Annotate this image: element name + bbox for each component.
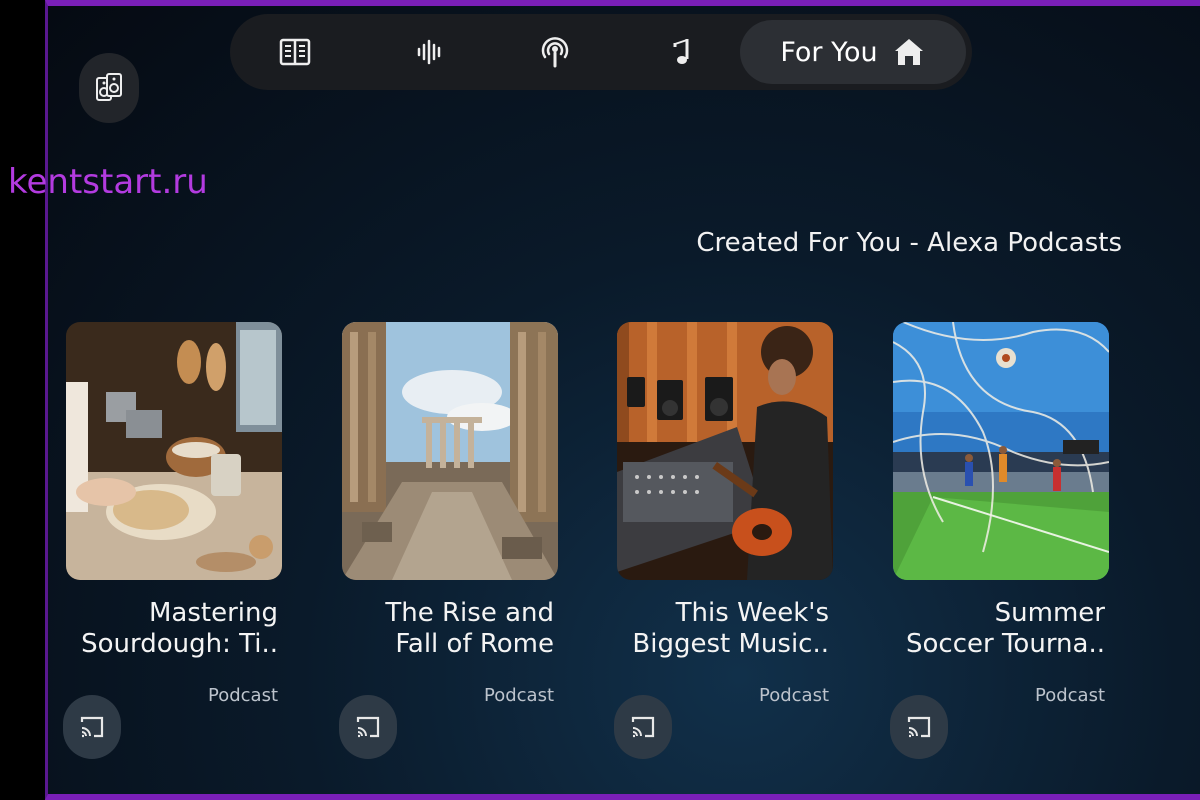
cast-button[interactable]	[339, 695, 397, 759]
music-note-icon	[673, 39, 689, 64]
card-title: This Week's Biggest Music..	[632, 598, 829, 660]
music-studio-image[interactable]	[617, 322, 833, 580]
nav-books-tab[interactable]	[260, 20, 330, 84]
card-title: Mastering Sourdough: Ti..	[81, 598, 278, 660]
card-subtitle: Podcast	[483, 685, 554, 706]
cast-icon	[907, 716, 931, 738]
nav-music-tab[interactable]	[645, 20, 715, 84]
card-subtitle: Podcast	[207, 685, 278, 706]
cast-icon	[631, 716, 655, 738]
cast-icon	[80, 716, 104, 738]
card-title: The Rise and Fall of Rome	[385, 598, 554, 660]
card-title: Summer Soccer Tourna..	[906, 598, 1105, 660]
baking-kitchen-image[interactable]	[66, 322, 282, 580]
roman-ruins-image[interactable]	[342, 322, 558, 580]
section-title: Created For You - Alexa Podcasts	[696, 228, 1122, 258]
cast-button[interactable]	[63, 695, 121, 759]
podcast-card[interactable]: Mastering Sourdough: Ti.. Podcast	[63, 322, 282, 782]
for-you-label: For You	[780, 36, 878, 68]
home-icon	[894, 39, 923, 65]
podcast-card[interactable]: Summer Soccer Tourna.. Podcast	[890, 322, 1109, 782]
cast-icon	[356, 716, 380, 738]
audio-wave-icon	[417, 39, 441, 65]
cast-button[interactable]	[614, 695, 672, 759]
book-icon	[279, 38, 311, 66]
nav-for-you-tab[interactable]: For You	[740, 20, 966, 84]
podcast-card[interactable]: This Week's Biggest Music.. Podcast	[614, 322, 833, 782]
speaker-device-button[interactable]	[79, 53, 139, 123]
podcast-icon	[541, 37, 569, 68]
top-navigation: For You	[230, 14, 972, 90]
cast-button[interactable]	[890, 695, 948, 759]
alexa-screen: For You Created For You - Alexa Podcasts	[45, 0, 1200, 800]
nav-podcasts-tab[interactable]	[520, 20, 590, 84]
soccer-match-image[interactable]	[893, 322, 1109, 580]
speaker-icon	[96, 73, 122, 101]
podcast-card[interactable]: The Rise and Fall of Rome Podcast	[339, 322, 558, 782]
card-subtitle: Podcast	[758, 685, 829, 706]
card-subtitle: Podcast	[1034, 685, 1105, 706]
nav-audiobooks-tab[interactable]	[395, 20, 465, 84]
watermark-text: kentstart.ru	[8, 162, 208, 202]
